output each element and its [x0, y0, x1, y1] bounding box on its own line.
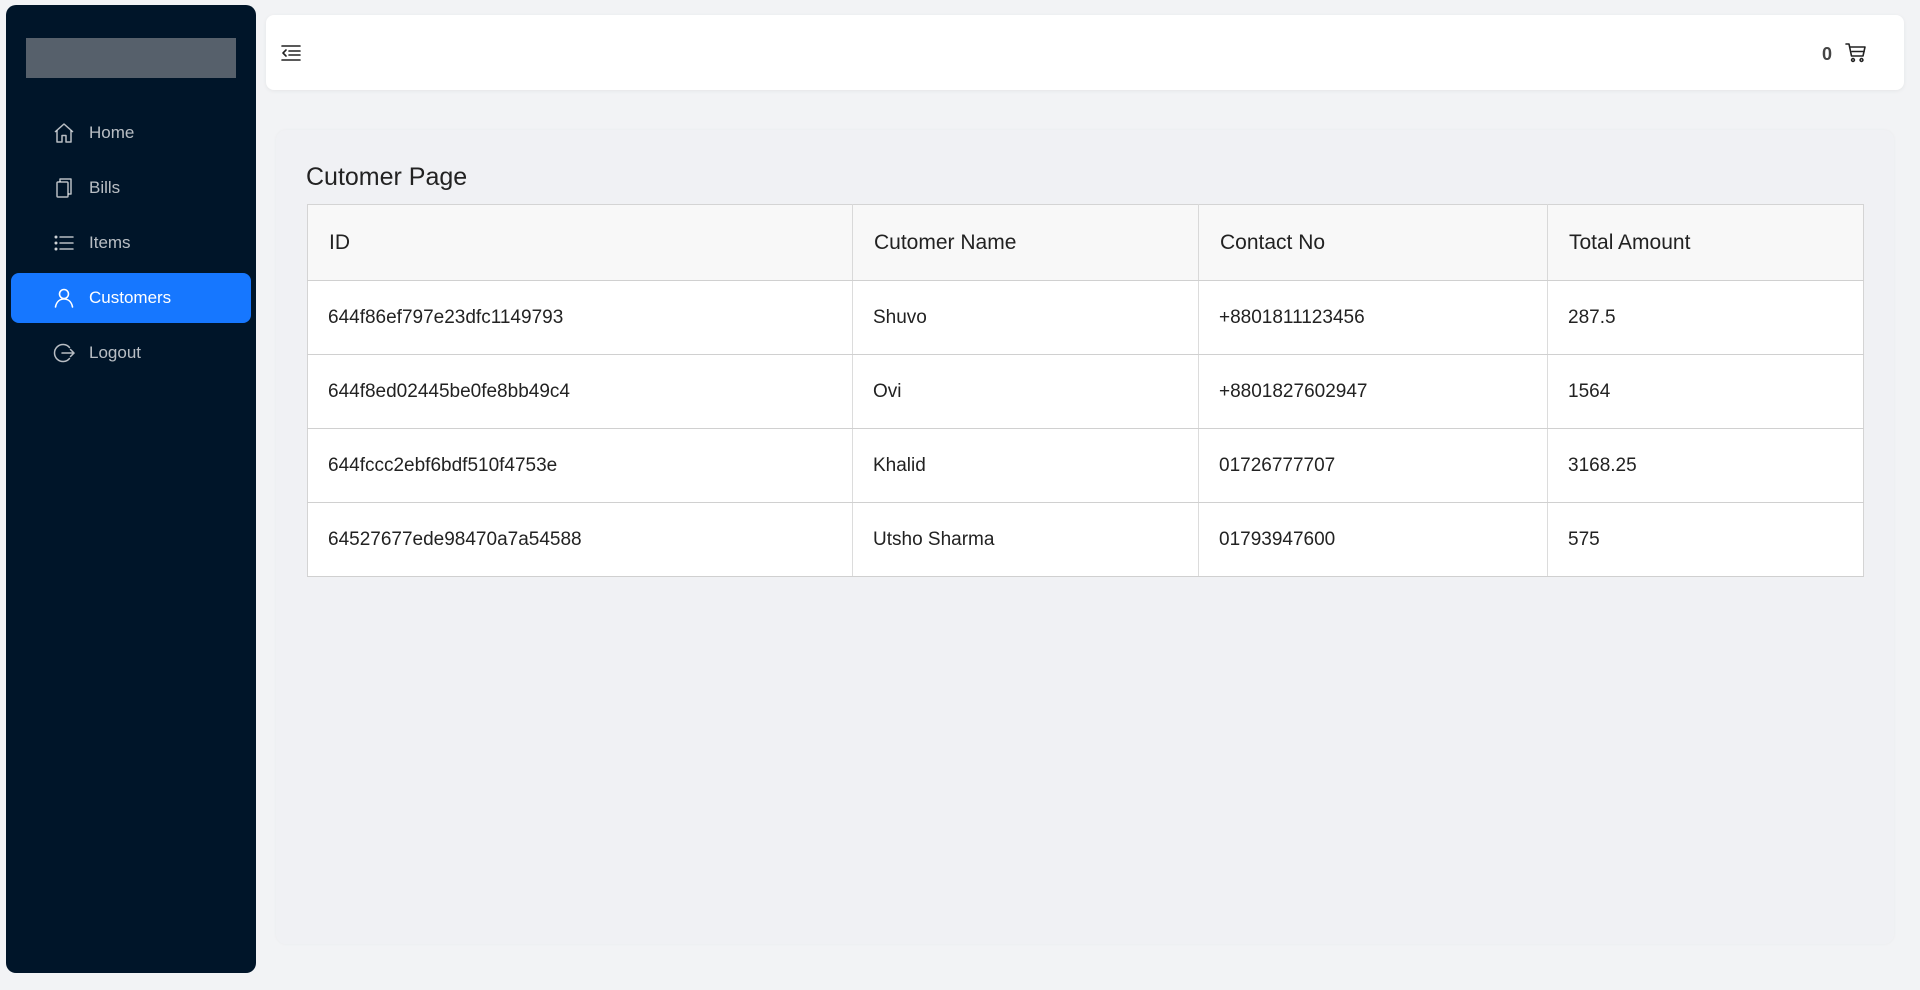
table-row: 64527677ede98470a7a54588 Utsho Sharma 01…	[307, 502, 1864, 577]
sidebar-item-label: Customers	[89, 288, 172, 307]
column-header-name: Cutomer Name	[852, 204, 1199, 281]
sidebar-item-label: Items	[89, 233, 131, 252]
sidebar-item-bills[interactable]: Bills	[11, 163, 251, 213]
sidebar-item-label: Home	[89, 123, 135, 142]
cell-id: 64527677ede98470a7a54588	[307, 502, 853, 577]
cell-name: Khalid	[852, 428, 1199, 503]
cart-button[interactable]: 0	[1822, 40, 1868, 69]
sidebar-item-label: Bills	[89, 178, 121, 197]
shopping-cart-icon[interactable]	[1844, 40, 1868, 69]
cell-total: 575	[1547, 502, 1864, 577]
table-row: 644f8ed02445be0fe8bb49c4 Ovi +8801827602…	[307, 354, 1864, 429]
table-row: 644fccc2ebf6bdf510f4753e Khalid 01726777…	[307, 428, 1864, 503]
cell-contact: 01726777707	[1198, 428, 1548, 503]
sidebar-item-label: Logout	[89, 343, 141, 362]
column-header-contact: Contact No	[1198, 204, 1548, 281]
page-title: Cutomer Page	[306, 163, 468, 191]
copy-icon	[51, 175, 77, 201]
cell-total: 287.5	[1547, 280, 1864, 355]
sidebar-item-items[interactable]: Items	[11, 218, 251, 268]
cell-contact: 01793947600	[1198, 502, 1548, 577]
sidebar-menu: Home Bills Items Customers Logout	[6, 108, 256, 383]
top-header: 0	[266, 15, 1904, 90]
cell-id: 644fccc2ebf6bdf510f4753e	[307, 428, 853, 503]
column-header-total: Total Amount	[1547, 204, 1864, 281]
table-row: 644f86ef797e23dfc1149793 Shuvo +88018111…	[307, 280, 1864, 355]
sidebar-item-home[interactable]: Home	[11, 108, 251, 158]
cell-total: 3168.25	[1547, 428, 1864, 503]
cell-total: 1564	[1547, 354, 1864, 429]
user-icon	[51, 285, 77, 311]
logo-placeholder	[26, 38, 236, 78]
sidebar-item-logout[interactable]: Logout	[11, 328, 251, 378]
table-header-row: ID Cutomer Name Contact No Total Amount	[307, 204, 1864, 281]
main-content: Cutomer Page ID Cutomer Name Contact No …	[276, 130, 1894, 944]
cell-contact: +8801811123456	[1198, 280, 1548, 355]
list-icon	[51, 230, 77, 256]
cell-id: 644f8ed02445be0fe8bb49c4	[307, 354, 853, 429]
customers-table: ID Cutomer Name Contact No Total Amount …	[307, 204, 1864, 577]
logout-icon	[51, 340, 77, 366]
menu-fold-icon[interactable]	[278, 41, 304, 65]
column-header-id: ID	[307, 204, 853, 281]
cell-id: 644f86ef797e23dfc1149793	[307, 280, 853, 355]
cell-name: Shuvo	[852, 280, 1199, 355]
sidebar-item-customers[interactable]: Customers	[11, 273, 251, 323]
cart-count: 0	[1821, 44, 1832, 64]
sidebar: Home Bills Items Customers Logout	[6, 5, 256, 973]
cell-name: Utsho Sharma	[852, 502, 1199, 577]
home-icon	[51, 120, 77, 146]
cell-name: Ovi	[852, 354, 1199, 429]
cell-contact: +8801827602947	[1198, 354, 1548, 429]
